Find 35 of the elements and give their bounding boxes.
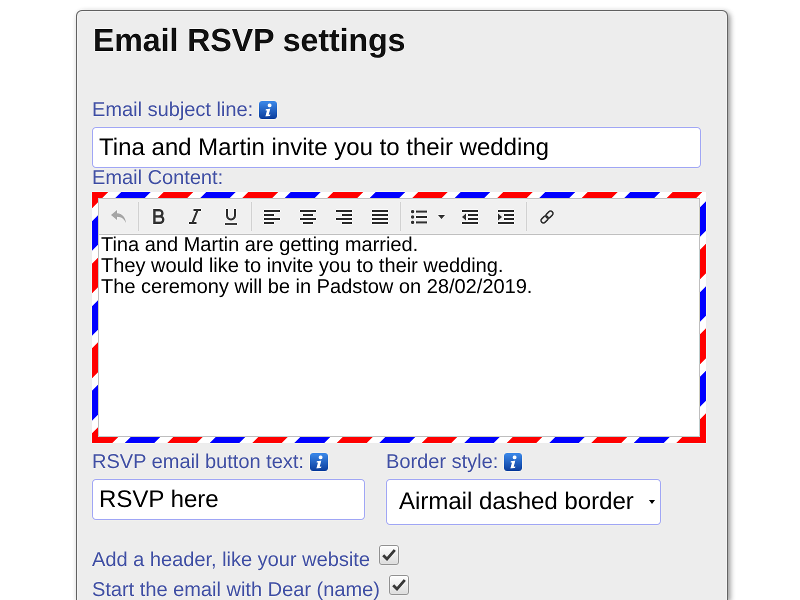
- checkmark-icon: [382, 549, 396, 561]
- field-label: RSVP email button text:: [92, 452, 304, 472]
- bullet-list-icon: [411, 210, 427, 224]
- indent-icon: [498, 210, 514, 224]
- undo-icon: [110, 210, 126, 223]
- content-text-line: They would like to invite you to their wedding.: [101, 256, 504, 277]
- content-text-line: Tina and Martin are getting married.: [101, 235, 420, 256]
- field-label: Border style:: [386, 452, 498, 472]
- link-icon: [539, 208, 555, 224]
- align-left-icon: [264, 210, 280, 224]
- panel-title: Email RSVP settings: [93, 22, 406, 58]
- checkbox[interactable]: [378, 545, 399, 565]
- content-text-line: The ceremony will be in Padstow on 28/02/2019.: [101, 277, 534, 298]
- option-label: Add a header, like your website: [92, 550, 370, 570]
- field-label: Email subject line:: [92, 100, 254, 120]
- checkmark-icon: [392, 579, 406, 591]
- caret-icon: [438, 214, 445, 218]
- italic-icon: [189, 209, 201, 224]
- button-text-input[interactable]: RSVP here: [92, 479, 365, 520]
- info-icon[interactable]: [310, 453, 328, 471]
- bold-icon: [153, 209, 165, 224]
- subject-input[interactable]: Tina and Martin invite you to their wedding: [92, 127, 701, 168]
- border-style-select[interactable]: Airmail dashed border: [386, 479, 661, 525]
- caret-icon: [649, 500, 655, 504]
- justify-icon: [372, 210, 388, 224]
- email-content-field[interactable]: Tina and Martin are getting married. They would like to invite you to their wedding. The ceremony will be in Padstow on 28/02/2019.: [99, 235, 699, 436]
- outdent-icon: [462, 210, 478, 224]
- underline-icon: [225, 208, 237, 224]
- align-right-icon: [336, 210, 352, 224]
- info-icon[interactable]: [259, 101, 278, 119]
- info-icon[interactable]: [504, 453, 522, 471]
- align-center-icon: [300, 210, 316, 224]
- checkbox[interactable]: [388, 575, 409, 595]
- option-label: Start the email with Dear (name): [92, 580, 380, 600]
- field-label: Email Content:: [92, 168, 224, 188]
